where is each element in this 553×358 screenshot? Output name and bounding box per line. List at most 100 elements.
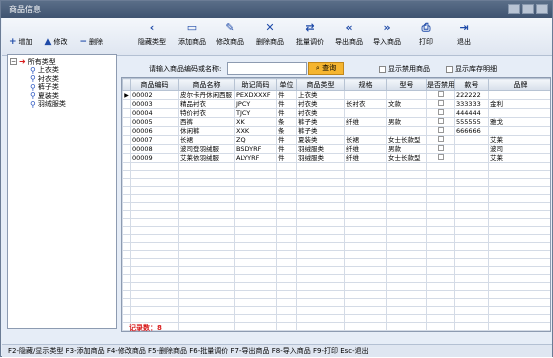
- cell-brand[interactable]: 金利: [488, 99, 550, 109]
- toolbar-button-8[interactable]: ⇥ 退出: [442, 22, 486, 52]
- cell-brand[interactable]: 雅戈: [488, 117, 550, 127]
- cell-brand[interactable]: 波司: [488, 144, 550, 154]
- cell-brand[interactable]: [488, 90, 550, 100]
- cell-name[interactable]: 休闲裤: [178, 126, 235, 136]
- column-header[interactable]: 助记简码: [234, 78, 277, 91]
- cell-type[interactable]: 羽绒服类: [296, 144, 345, 154]
- cell-code[interactable]: 00008: [130, 144, 179, 154]
- show-stock-checkbox[interactable]: 显示库存明细: [446, 64, 497, 74]
- disabled-cell[interactable]: [426, 153, 455, 163]
- maximize-button[interactable]: [522, 4, 534, 14]
- cell-name[interactable]: 西裤: [178, 117, 235, 127]
- disabled-checkbox[interactable]: [438, 136, 444, 142]
- cell-brand[interactable]: [488, 126, 550, 136]
- cell-model[interactable]: 男款: [386, 117, 427, 127]
- cell-unit[interactable]: 件: [276, 90, 297, 100]
- cell-type[interactable]: 上衣类: [296, 90, 345, 100]
- tree-root-all-types[interactable]: − ➜ 所有类型: [10, 57, 114, 66]
- toolbar-button-4[interactable]: ⇄ 批量调价: [288, 22, 332, 52]
- column-header[interactable]: 商品类型: [296, 78, 345, 91]
- cell-type[interactable]: 衬衣类: [296, 99, 345, 109]
- column-header[interactable]: 型号: [386, 78, 427, 91]
- cell-brand_no[interactable]: 333333: [454, 99, 489, 109]
- column-header[interactable]: 品牌: [488, 78, 550, 91]
- cell-short[interactable]: TJCY: [234, 108, 277, 118]
- column-header[interactable]: 单位: [276, 78, 297, 91]
- cell-unit[interactable]: 件: [276, 144, 297, 154]
- disabled-cell[interactable]: [426, 126, 455, 136]
- disabled-checkbox[interactable]: [438, 100, 444, 106]
- cell-model[interactable]: [386, 108, 427, 118]
- cell-type[interactable]: 裤子类: [296, 117, 345, 127]
- cell-brand[interactable]: [488, 108, 550, 118]
- toolbar-button-0[interactable]: ‹ 隐藏类型: [130, 22, 174, 52]
- disabled-cell[interactable]: [426, 90, 455, 100]
- disabled-checkbox[interactable]: [438, 109, 444, 115]
- tree-item[interactable]: ⚲ 裤子类: [10, 83, 114, 92]
- cell-model[interactable]: 文款: [386, 99, 427, 109]
- tree-item[interactable]: ⚲ 衬衣类: [10, 74, 114, 83]
- tree-item[interactable]: ⚲ 上衣类: [10, 66, 114, 75]
- cell-spec[interactable]: 纤维: [344, 117, 387, 127]
- cell-short[interactable]: ZQ: [234, 135, 277, 145]
- cell-model[interactable]: [386, 126, 427, 136]
- cell-name[interactable]: 长裙: [178, 135, 235, 145]
- cell-spec[interactable]: 长裙: [344, 135, 387, 145]
- column-header[interactable]: 规格: [344, 78, 387, 91]
- table-row[interactable]: 00005 西裤 XK 条裤子类 纤维 男款 555555 雅戈: [122, 117, 550, 127]
- table-row[interactable]: ▶ 00002 皮尔卡丹休闲西服 PEXDXXXF 件上衣类 222222: [122, 90, 550, 100]
- cell-short[interactable]: XXK: [234, 126, 277, 136]
- column-header[interactable]: 商品名称: [178, 78, 235, 91]
- cell-name[interactable]: 波司登羽绒服: [178, 144, 235, 154]
- disabled-checkbox[interactable]: [438, 145, 444, 151]
- cell-brand[interactable]: 艾莱: [488, 135, 550, 145]
- cell-type[interactable]: 衬衣类: [296, 108, 345, 118]
- cell-short[interactable]: XK: [234, 117, 277, 127]
- cell-spec[interactable]: [344, 90, 387, 100]
- disabled-checkbox[interactable]: [438, 118, 444, 124]
- disabled-checkbox[interactable]: [438, 154, 444, 160]
- cell-model[interactable]: 女士长款型: [386, 135, 427, 145]
- cell-unit[interactable]: 件: [276, 135, 297, 145]
- toolbar-button-2[interactable]: ✎ 修改商品: [208, 22, 252, 52]
- cell-code[interactable]: 00006: [130, 126, 179, 136]
- search-input[interactable]: [227, 62, 307, 75]
- table-row[interactable]: 00006 休闲裤 XXK 条裤子类 666666: [122, 126, 550, 136]
- cell-code[interactable]: 00002: [130, 90, 179, 100]
- cell-short[interactable]: ALYYRF: [234, 153, 277, 163]
- cell-code[interactable]: 00003: [130, 99, 179, 109]
- column-header[interactable]: 是否禁用: [426, 78, 455, 91]
- show-disabled-checkbox[interactable]: 显示禁用商品: [379, 64, 430, 74]
- cell-unit[interactable]: 件: [276, 99, 297, 109]
- disabled-cell[interactable]: [426, 99, 455, 109]
- cell-type[interactable]: 夏装类: [296, 135, 345, 145]
- minimize-button[interactable]: [508, 4, 520, 14]
- cell-name[interactable]: 精品衬衣: [178, 99, 235, 109]
- cell-brand_no[interactable]: 666666: [454, 126, 489, 136]
- close-button[interactable]: [536, 4, 548, 14]
- cell-spec[interactable]: 长衬衣: [344, 99, 387, 109]
- delete-category-button[interactable]: − 删除: [79, 37, 103, 47]
- cell-brand_no[interactable]: [454, 153, 489, 163]
- cell-name[interactable]: 艾莱依羽绒服: [178, 153, 235, 163]
- cell-type[interactable]: 羽绒服类: [296, 153, 345, 163]
- cell-model[interactable]: 男款: [386, 144, 427, 154]
- disabled-cell[interactable]: [426, 135, 455, 145]
- collapse-icon[interactable]: −: [10, 58, 17, 65]
- cell-code[interactable]: 00009: [130, 153, 179, 163]
- toolbar-button-6[interactable]: » 导入商品: [365, 22, 409, 52]
- disabled-checkbox[interactable]: [438, 91, 444, 97]
- cell-unit[interactable]: 件: [276, 108, 297, 118]
- cell-code[interactable]: 00005: [130, 117, 179, 127]
- cell-brand_no[interactable]: 444444: [454, 108, 489, 118]
- cell-unit[interactable]: 条: [276, 126, 297, 136]
- column-header[interactable]: 商品编码: [130, 78, 179, 91]
- cell-short[interactable]: BSDYRF: [234, 144, 277, 154]
- table-row[interactable]: 00004 特价衬衣 TJCY 件衬衣类 444444: [122, 108, 550, 118]
- cell-code[interactable]: 00007: [130, 135, 179, 145]
- cell-brand_no[interactable]: 222222: [454, 90, 489, 100]
- cell-brand_no[interactable]: [454, 144, 489, 154]
- disabled-checkbox[interactable]: [438, 127, 444, 133]
- cell-spec[interactable]: [344, 126, 387, 136]
- disabled-cell[interactable]: [426, 108, 455, 118]
